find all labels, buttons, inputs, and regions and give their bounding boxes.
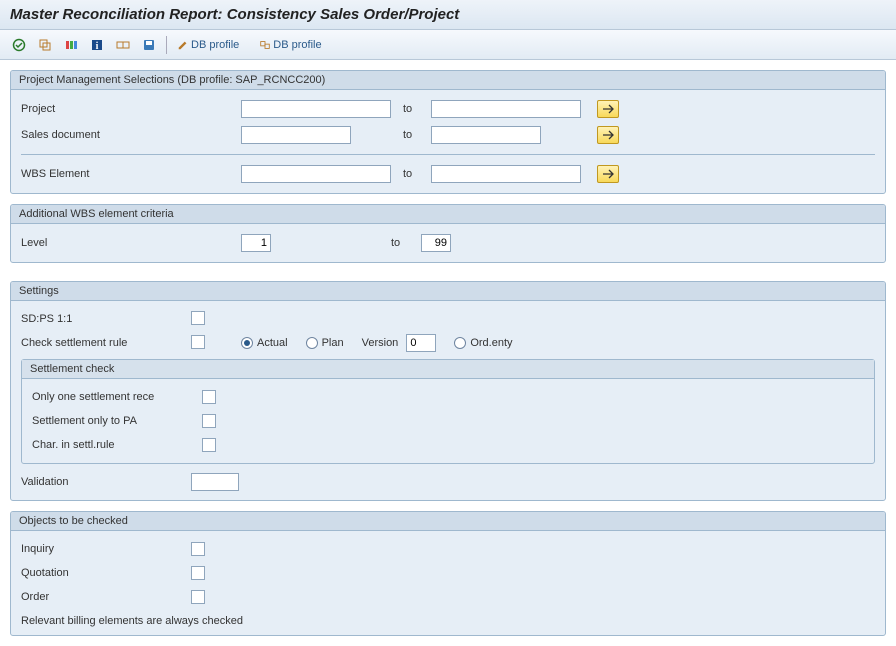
db-profile-edit-label: DB profile <box>191 39 239 51</box>
version-label: Version <box>362 337 399 349</box>
pm-selections-header: Project Management Selections (DB profil… <box>11 71 885 90</box>
sales-doc-from-input[interactable] <box>241 126 351 144</box>
wbs-from-input[interactable] <box>241 165 391 183</box>
only-pa-label: Settlement only to PA <box>32 415 202 427</box>
project-label: Project <box>21 103 241 115</box>
ord-enty-radio[interactable] <box>454 337 466 349</box>
order-label: Order <box>21 591 191 603</box>
version-input[interactable] <box>406 334 436 352</box>
only-one-checkbox[interactable] <box>202 390 216 404</box>
pm-selections-group: Project Management Selections (DB profil… <box>10 70 886 194</box>
project-to-input[interactable] <box>431 100 581 118</box>
validation-input[interactable] <box>191 473 239 491</box>
dynamic-sel-icon[interactable] <box>60 35 82 55</box>
settlement-check-header: Settlement check <box>22 360 874 379</box>
objects-note: Relevant billing elements are always che… <box>21 615 243 627</box>
variant-icon[interactable] <box>34 35 56 55</box>
only-one-label: Only one settlement rece <box>32 391 202 403</box>
wbs-criteria-header: Additional WBS element criteria <box>11 205 885 224</box>
content-area: Project Management Selections (DB profil… <box>0 60 896 646</box>
sales-doc-to-input[interactable] <box>431 126 541 144</box>
pm-divider <box>21 154 875 155</box>
sales-doc-multi-button[interactable] <box>597 126 619 144</box>
inquiry-checkbox[interactable] <box>191 542 205 556</box>
save-icon[interactable] <box>138 35 160 55</box>
char-rule-checkbox[interactable] <box>202 438 216 452</box>
quotation-label: Quotation <box>21 567 191 579</box>
actual-label: Actual <box>257 337 288 349</box>
order-checkbox[interactable] <box>191 590 205 604</box>
plan-radio-row[interactable]: Plan <box>306 337 344 349</box>
toolbar: i DB profile DB profile <box>0 30 896 60</box>
sd-ps-label: SD:PS 1:1 <box>21 313 191 325</box>
toolbar-separator <box>166 36 167 54</box>
ord-enty-radio-row[interactable]: Ord.enty <box>454 337 512 349</box>
objects-header: Objects to be checked <box>11 512 885 531</box>
svg-text:i: i <box>96 41 99 52</box>
db-profile-edit-button[interactable]: DB profile <box>173 35 251 55</box>
project-to-label: to <box>391 103 431 115</box>
level-to-label: to <box>271 237 421 249</box>
validation-label: Validation <box>21 476 191 488</box>
page-title: Master Reconciliation Report: Consistenc… <box>10 6 886 23</box>
actual-radio[interactable] <box>241 337 253 349</box>
check-settlement-checkbox[interactable] <box>191 335 205 349</box>
settings-group: Settings SD:PS 1:1 Check settlement rule… <box>10 281 886 501</box>
level-label: Level <box>21 237 241 249</box>
title-bar: Master Reconciliation Report: Consistenc… <box>0 0 896 30</box>
actual-radio-row[interactable]: Actual <box>241 337 288 349</box>
wbs-criteria-group: Additional WBS element criteria Level to <box>10 204 886 263</box>
sales-doc-to-label: to <box>391 129 431 141</box>
only-pa-checkbox[interactable] <box>202 414 216 428</box>
wbs-to-input[interactable] <box>431 165 581 183</box>
objects-group: Objects to be checked Inquiry Quotation … <box>10 511 886 636</box>
settings-header: Settings <box>11 282 885 301</box>
status-icon[interactable] <box>112 35 134 55</box>
db-profile-set-button[interactable]: DB profile <box>255 35 333 55</box>
plan-label: Plan <box>322 337 344 349</box>
char-rule-label: Char. in settl.rule <box>32 439 202 451</box>
project-from-input[interactable] <box>241 100 391 118</box>
check-settlement-label: Check settlement rule <box>21 337 191 349</box>
settlement-check-group: Settlement check Only one settlement rec… <box>21 359 875 464</box>
ord-enty-label: Ord.enty <box>470 337 512 349</box>
quotation-checkbox[interactable] <box>191 566 205 580</box>
sd-ps-checkbox[interactable] <box>191 311 205 325</box>
inquiry-label: Inquiry <box>21 543 191 555</box>
info-icon[interactable]: i <box>86 35 108 55</box>
level-from-input[interactable] <box>241 234 271 252</box>
wbs-to-label: to <box>391 168 431 180</box>
wbs-label: WBS Element <box>21 168 241 180</box>
level-to-input[interactable] <box>421 234 451 252</box>
db-profile-set-label: DB profile <box>273 39 321 51</box>
sales-doc-label: Sales document <box>21 129 241 141</box>
project-multi-button[interactable] <box>597 100 619 118</box>
plan-radio[interactable] <box>306 337 318 349</box>
execute-icon[interactable] <box>8 35 30 55</box>
wbs-multi-button[interactable] <box>597 165 619 183</box>
